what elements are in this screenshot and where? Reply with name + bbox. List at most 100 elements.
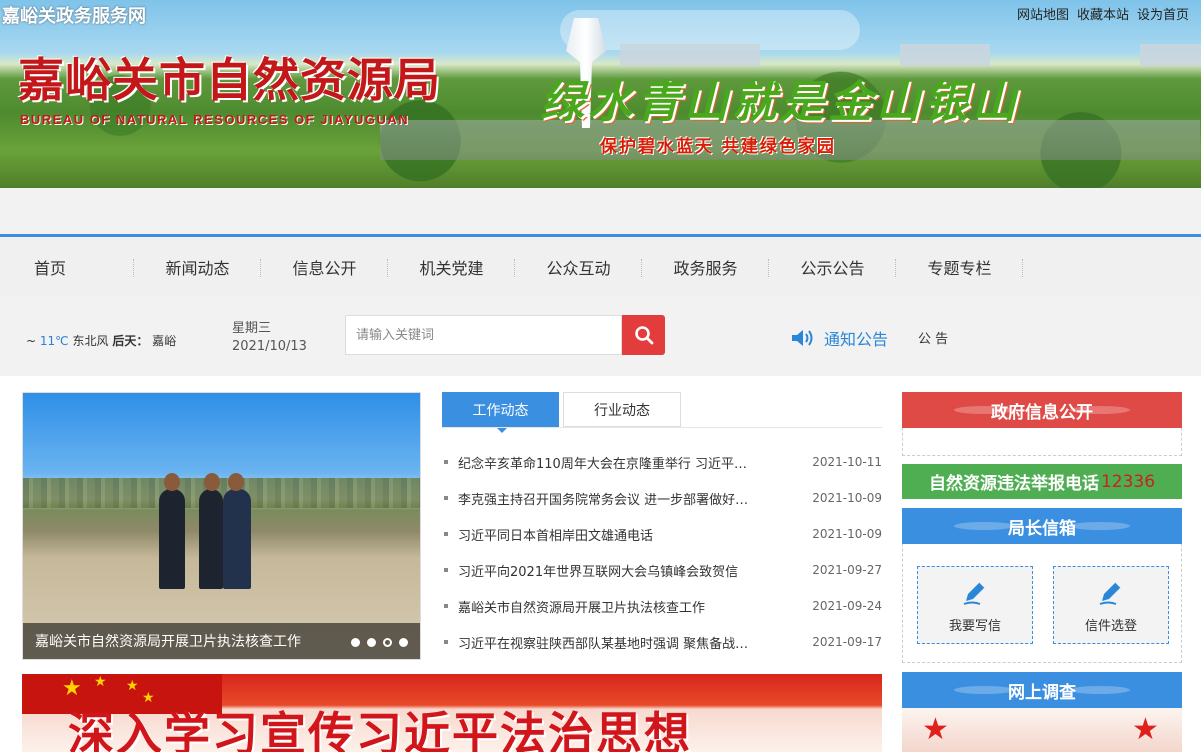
news-slideshow[interactable]: 嘉峪关市自然资源局开展卫片执法核查工作 [22, 392, 421, 660]
bullet-icon [444, 604, 448, 608]
weather-widget: ~ 11℃ 东北风 后天： 嘉峪关 [26, 332, 176, 349]
news-title[interactable]: 纪念辛亥革命110周年大会在京隆重举行 习近平发表重要讲话 [458, 453, 758, 472]
tab-divider [442, 427, 882, 428]
search-input[interactable] [345, 315, 622, 355]
news-title[interactable]: 嘉峪关市自然资源局开展卫片执法核查工作 [458, 597, 758, 616]
director-mailbox-panel: 局长信箱 我要写信 信件选登 [902, 508, 1182, 663]
search-box [345, 315, 665, 355]
top-link-bookmark[interactable]: 收藏本站 [1077, 4, 1129, 23]
star-icon: ★ [126, 678, 139, 694]
top-link-sitemap[interactable]: 网站地图 [1017, 4, 1069, 23]
top-links: 网站地图 收藏本站 设为首页 [1017, 4, 1189, 23]
selected-letters-button[interactable]: 信件选登 [1053, 566, 1169, 644]
main-nav: 首页 新闻动态 信息公开 机关党建 公众互动 政务服务 公示公告 专题专栏 [0, 234, 1201, 296]
search-button[interactable] [622, 315, 665, 355]
tab-industry-news[interactable]: 行业动态 [563, 392, 681, 427]
main-content: 嘉峪关市自然资源局开展卫片执法核查工作 工作动态 行业动态 纪念辛亥革命110周… [0, 376, 1201, 752]
news-date: 2021-10-09 [812, 527, 882, 541]
tab-work-news[interactable]: 工作动态 [442, 392, 559, 433]
selected-letters-label: 信件选登 [1084, 618, 1137, 634]
list-item[interactable]: 习近平同日本首相岸田文雄通电话 2021-10-09 [442, 516, 882, 552]
nav-item-news[interactable]: 新闻动态 [134, 237, 261, 296]
star-icon: ★ [1132, 712, 1159, 747]
photo-person [223, 473, 251, 589]
nav-item-special-topics[interactable]: 专题专栏 [896, 237, 1023, 296]
weather-wind: 东北风 [72, 334, 109, 348]
news-title[interactable]: 李克强主持召开国务院常务会议 进一步部署做好冬春季节能源保供 [458, 489, 758, 508]
bullet-icon [444, 640, 448, 644]
online-survey-title: 网上调查 [1008, 682, 1076, 703]
slideshow-dot[interactable] [383, 638, 392, 647]
nav-item-announcements[interactable]: 公示公告 [769, 237, 896, 296]
bullet-icon [444, 568, 448, 572]
slogan-main: 绿水青山就是金山银山 [540, 77, 1020, 128]
report-hotline-number: 12336 [1100, 471, 1156, 492]
news-date: 2021-10-11 [812, 455, 882, 469]
news-title[interactable]: 习近平向2021年世界互联网大会乌镇峰会致贺信 [458, 561, 758, 580]
wing-decoration [1070, 686, 1130, 694]
bullet-icon [444, 532, 448, 536]
banner-city-skyline [900, 44, 990, 66]
bullet-icon [444, 496, 448, 500]
nav-item-party-building[interactable]: 机关党建 [388, 237, 515, 296]
news-date: 2021-10-09 [812, 491, 882, 505]
star-icon: ★ [94, 674, 107, 690]
slideshow-dot[interactable] [351, 638, 360, 647]
header-banner: 嘉峪关政务服务网 网站地图 收藏本站 设为首页 嘉峪关市自然资源局 BUREAU… [0, 0, 1201, 188]
nav-item-gov-services[interactable]: 政务服务 [642, 237, 769, 296]
notice-scroll-text[interactable]: 公 告 [918, 328, 948, 347]
director-mailbox-header[interactable]: 局长信箱 [902, 508, 1182, 544]
wing-decoration [954, 686, 1014, 694]
promo-text: 深入学习宣传习近平法治思想 [68, 707, 692, 752]
slideshow-dots [351, 638, 408, 647]
nav-item-home[interactable]: 首页 [0, 237, 134, 296]
nav-item-public-interaction[interactable]: 公众互动 [515, 237, 642, 296]
pencil-icon [1099, 580, 1122, 605]
promo-banner[interactable]: ★ ★ ★ ★ 深入学习宣传习近平法治思想 [22, 674, 882, 752]
banner-city-skyline [1140, 44, 1201, 66]
list-item[interactable]: 嘉峪关市自然资源局开展卫片执法核查工作 2021-09-24 [442, 588, 882, 624]
notice-header[interactable]: 通知公告 [790, 326, 888, 350]
pencil-icon [963, 580, 986, 605]
report-hotline-label: 自然资源违法举报电话 [928, 474, 1099, 494]
news-tabs: 工作动态 行业动态 [442, 392, 681, 433]
speaker-icon [792, 330, 813, 346]
search-icon [634, 326, 653, 345]
bullet-icon [444, 460, 448, 464]
top-link-set-homepage[interactable]: 设为首页 [1137, 4, 1189, 23]
wing-decoration [954, 522, 1014, 530]
nav-item-info-disclosure[interactable]: 信息公开 [261, 237, 388, 296]
wing-decoration [1070, 406, 1130, 414]
list-item[interactable]: 习近平向2021年世界互联网大会乌镇峰会致贺信 2021-09-27 [442, 552, 882, 588]
list-item[interactable]: 李克强主持召开国务院常务会议 进一步部署做好冬春季节能源保供 2021-10-0… [442, 480, 882, 516]
list-item[interactable]: 习近平在视察驻陕西部队某基地时强调 聚焦备战打仗 2021-09-17 [442, 624, 882, 660]
weather-city: 嘉峪关 [152, 334, 176, 348]
survey-banner-image[interactable]: ★ ★ [902, 708, 1182, 752]
news-title[interactable]: 习近平同日本首相岸田文雄通电话 [458, 525, 758, 544]
write-letter-button[interactable]: 我要写信 [917, 566, 1033, 644]
weather-tilde: ~ [26, 334, 37, 348]
star-icon: ★ [922, 712, 949, 747]
site-name: 嘉峪关政务服务网 [2, 6, 146, 27]
news-date: 2021-09-24 [812, 599, 882, 613]
write-letter-label: 我要写信 [948, 618, 1001, 634]
mailbox-buttons: 我要写信 信件选登 [903, 544, 1181, 644]
slideshow-dot[interactable] [399, 638, 408, 647]
list-item[interactable]: 纪念辛亥革命110周年大会在京隆重举行 习近平发表重要讲话 2021-10-11 [442, 444, 882, 480]
weekday: 星期三 [232, 321, 272, 336]
online-survey-header[interactable]: 网上调查 [902, 672, 1182, 708]
news-title[interactable]: 习近平在视察驻陕西部队某基地时强调 聚焦备战打仗 [458, 633, 758, 652]
slideshow-dot[interactable] [367, 638, 376, 647]
photo-person [199, 473, 223, 589]
gov-info-open-header[interactable]: 政府信息公开 [902, 392, 1182, 428]
org-title: 嘉峪关市自然资源局 [18, 53, 441, 107]
news-date: 2021-09-17 [812, 635, 882, 649]
date-block: 星期三 2021/10/13 [232, 320, 307, 356]
wing-decoration [1070, 522, 1130, 530]
slideshow-caption[interactable]: 嘉峪关市自然资源局开展卫片执法核查工作 [35, 631, 301, 651]
news-list: 纪念辛亥革命110周年大会在京隆重举行 习近平发表重要讲话 2021-10-11… [442, 444, 882, 660]
report-hotline-header: 自然资源违法举报电话 12336 [902, 464, 1182, 499]
gov-info-open-panel: 政府信息公开 [902, 392, 1182, 456]
weather-temp: 11℃ [39, 334, 69, 348]
report-hotline-panel[interactable]: 自然资源违法举报电话 12336 [902, 464, 1182, 499]
